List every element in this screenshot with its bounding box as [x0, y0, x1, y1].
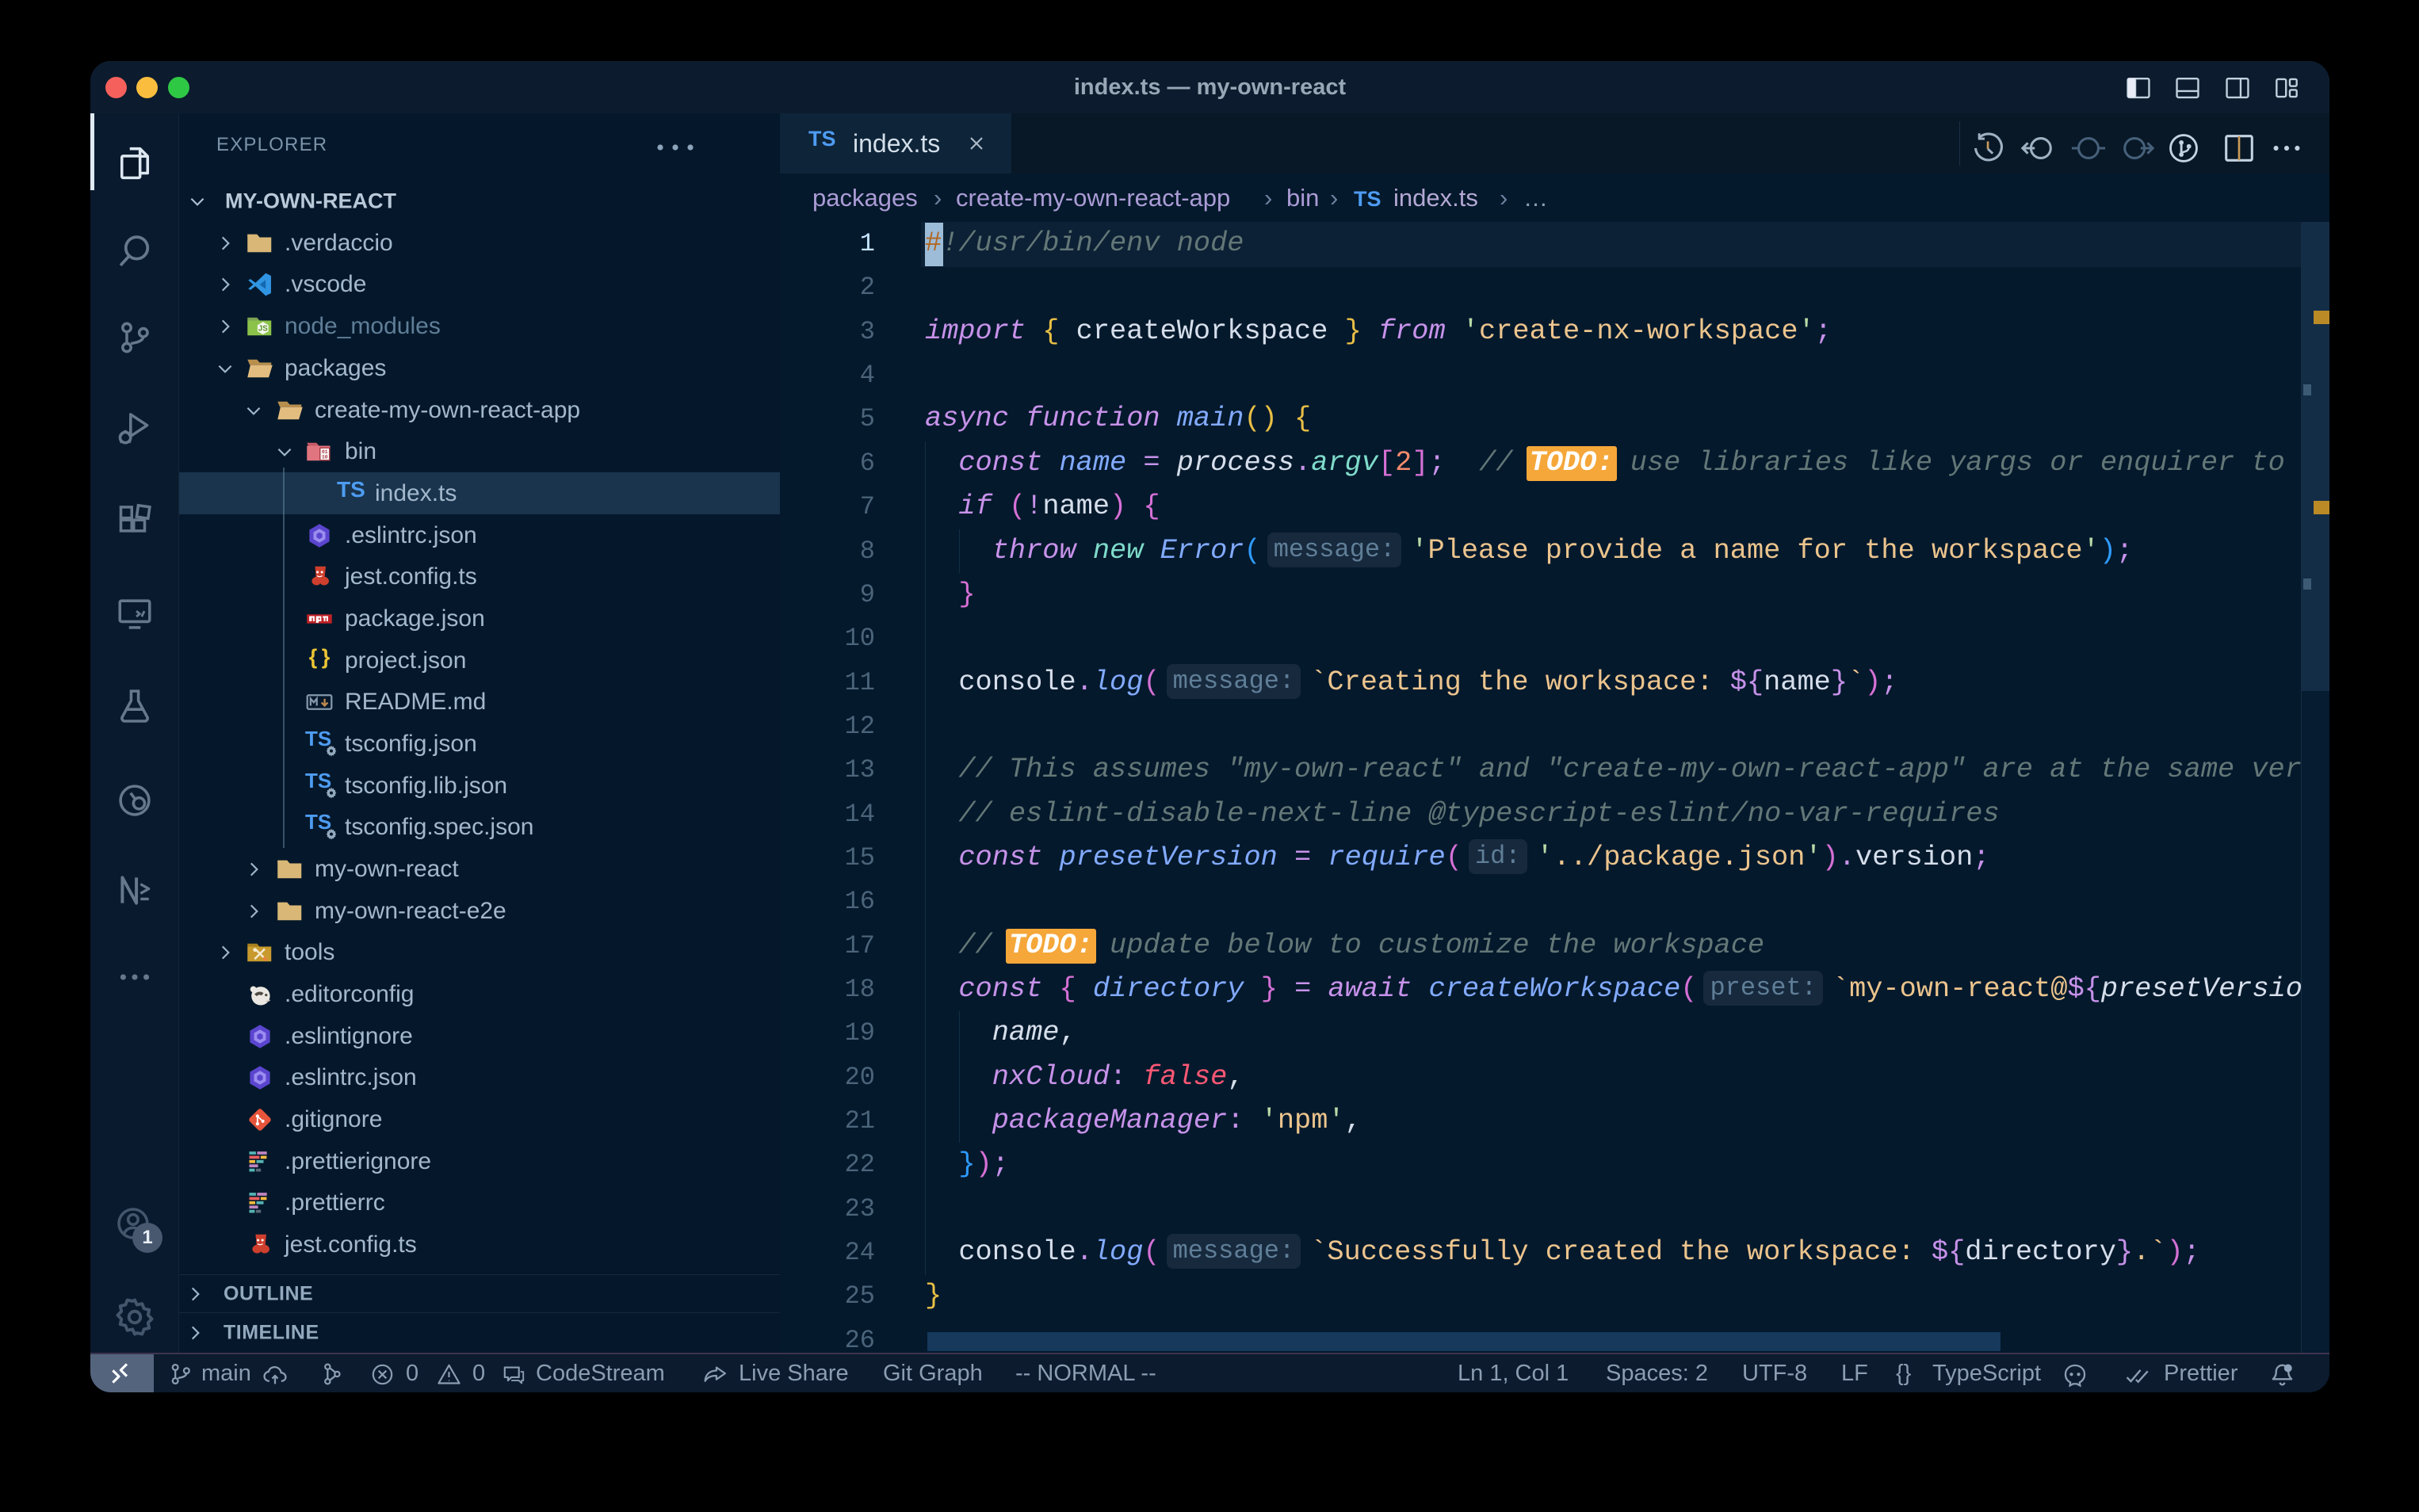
svg-text:10: 10 — [322, 454, 328, 460]
svg-text:JS: JS — [258, 324, 268, 333]
